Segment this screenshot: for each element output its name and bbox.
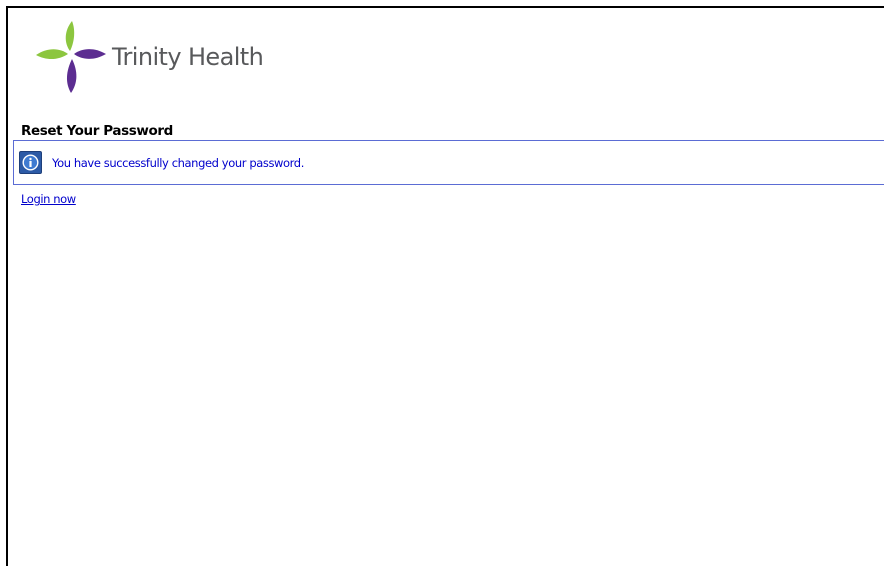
success-message-box: You have successfully changed your passw… [13,140,884,185]
page-title: Reset Your Password [21,123,173,139]
brand-name: Trinity Health [112,43,264,71]
trinity-health-logo-mark-icon [36,21,106,93]
page-frame: Trinity Health Reset Your Password You h… [6,6,884,566]
success-message-text: You have successfully changed your passw… [52,155,304,170]
login-now-link[interactable]: Login now [21,192,76,206]
info-icon [19,151,42,174]
trinity-health-logo: Trinity Health [34,16,264,96]
